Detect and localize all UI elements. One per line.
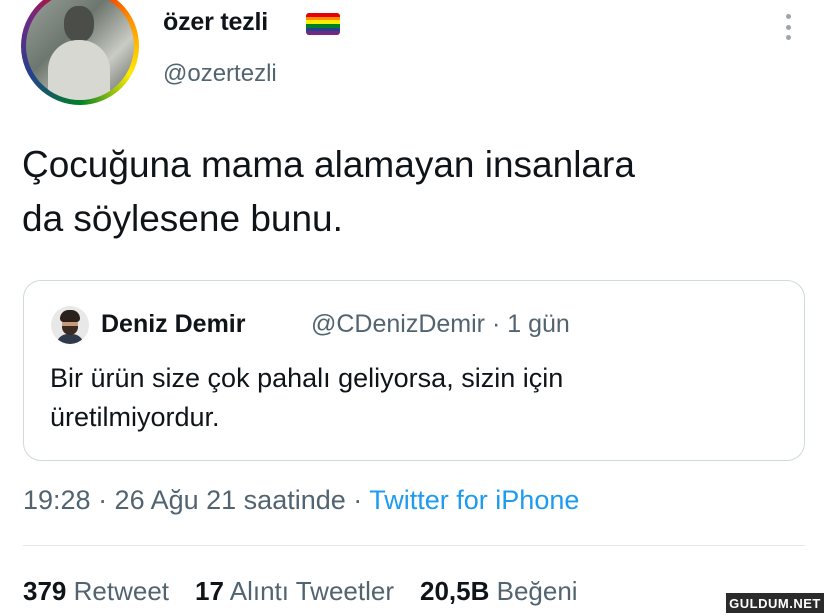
- site-watermark: GULDUM.NET: [726, 593, 824, 613]
- retweet-count[interactable]: 379 Retweet: [23, 576, 169, 607]
- rainbow-flag-icon: [306, 13, 340, 35]
- quoted-text-line: Bir ürün size çok pahalı geliyorsa, sizi…: [50, 363, 564, 393]
- engagement-stats: 379 Retweet 17 Alıntı Tweetler 20,5B Beğ…: [23, 576, 604, 607]
- quote-tweets-count[interactable]: 17 Alıntı Tweetler: [195, 576, 394, 607]
- author-avatar-photo: [26, 0, 134, 100]
- quoted-tweet-card[interactable]: Deniz Demir @CDenizDemir · 1 gün Bir ürü…: [23, 280, 805, 461]
- tweet-timestamp-source: 19:28 · 26 Ağu 21 saatinde · Twitter for…: [23, 485, 579, 516]
- more-vertical-icon[interactable]: [784, 14, 792, 40]
- tweet-text-line: Çocuğuna mama alamayan insanlara: [22, 144, 635, 185]
- quoted-author-handle-time: @CDenizDemir · 1 gün: [311, 310, 570, 338]
- divider: [23, 545, 805, 546]
- quoted-author-avatar: [51, 306, 89, 344]
- author-handle[interactable]: @ozertezli: [163, 60, 277, 88]
- avatar-figure-head: [64, 6, 94, 42]
- stat-count: 20,5B: [420, 576, 490, 606]
- likes-count[interactable]: 20,5B Beğeni: [420, 576, 578, 607]
- quoted-author-name: Deniz Demir: [101, 310, 246, 338]
- tweet-timestamp[interactable]: 19:28 · 26 Ağu 21 saatinde ·: [23, 485, 369, 515]
- avatar-figure-body: [48, 40, 110, 100]
- stat-label: Alıntı Tweetler: [229, 576, 394, 606]
- author-display-name[interactable]: özer tezli: [163, 8, 268, 37]
- stat-count: 379: [23, 576, 67, 606]
- author-avatar[interactable]: [21, 0, 139, 105]
- stat-count: 17: [195, 576, 224, 606]
- stat-label: Beğeni: [496, 576, 578, 606]
- quoted-tweet-text: Bir ürün size çok pahalı geliyorsa, sizi…: [50, 359, 770, 437]
- quoted-text-line: üretilmiyordur.: [50, 402, 220, 432]
- stat-label: Retweet: [73, 576, 170, 606]
- tweet-text-line: da söylesene bunu.: [22, 198, 343, 239]
- tweet-text: Çocuğuna mama alamayan insanlara da söyl…: [22, 138, 802, 246]
- tweet-source-link[interactable]: Twitter for iPhone: [369, 485, 579, 515]
